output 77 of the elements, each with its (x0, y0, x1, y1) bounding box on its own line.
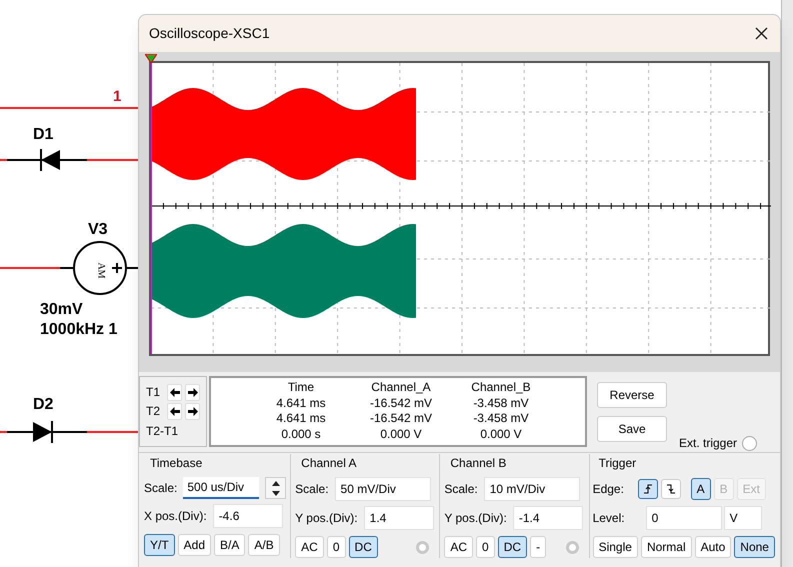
table-cell-text: -3.458 mV (472, 411, 530, 426)
section-title: Channel B (449, 455, 508, 472)
left-arrow-button[interactable] (167, 384, 182, 401)
cursor-marker-icon (145, 54, 157, 63)
input-field[interactable]: 10 mV/Div (484, 477, 580, 501)
component-label: D2 (33, 395, 54, 415)
table-cell-text: 0.000 s (280, 426, 322, 442)
falling-edge-icon (666, 484, 676, 494)
ext-trigger-label: Ext. trigger (679, 435, 738, 452)
action-button[interactable]: Reverse (597, 382, 667, 408)
down-icon (272, 490, 280, 496)
action-button[interactable]: Save (597, 416, 667, 442)
component-value: 1000kHz 1 (40, 320, 118, 340)
input-field[interactable]: 1.4 (364, 506, 434, 530)
toggle-button[interactable]: - (530, 536, 546, 558)
table-cell-text: 4.641 ms (275, 396, 327, 411)
field-label: Y pos.(Div): (444, 510, 507, 527)
toggle-button[interactable]: DC (498, 536, 528, 558)
toggle-button[interactable]: B/A (214, 534, 246, 556)
toggle-button[interactable]: Normal (640, 536, 692, 558)
window-title: Oscilloscope-XSC1 (149, 24, 270, 43)
spinner-control[interactable] (265, 477, 286, 499)
column-header: Channel_B (470, 380, 532, 396)
table-cell-text: -16.542 mV (368, 396, 434, 411)
right-arrow-button[interactable] (185, 384, 200, 401)
table-cell-text: 4.641 ms (275, 411, 327, 426)
channel-terminal (416, 540, 430, 554)
up-icon (272, 480, 280, 486)
close-icon[interactable] (755, 27, 768, 40)
toggle-button[interactable]: Auto (694, 536, 732, 558)
left-arrow-button[interactable] (167, 402, 182, 420)
toggle-button[interactable]: None (734, 536, 775, 558)
field-label: Edge: (592, 482, 624, 496)
channel-terminal (566, 540, 579, 554)
toggle-button[interactable]: A (690, 478, 711, 500)
component-label: V3 (88, 220, 108, 240)
component-label: D1 (33, 125, 54, 145)
unit-field[interactable]: V (724, 506, 762, 530)
field-label: X pos.(Div): (144, 508, 207, 525)
toggle-button[interactable]: Y/T (144, 534, 175, 556)
section-title: Channel A (300, 455, 358, 472)
right-arrow-button[interactable] (185, 402, 200, 420)
rising-edge-icon (642, 484, 653, 494)
toggle-button[interactable]: AC (444, 536, 474, 558)
toggle-button[interactable]: 0 (476, 536, 495, 558)
toggle-button[interactable]: Add (178, 534, 212, 556)
input-field[interactable]: -1.4 (512, 506, 583, 530)
cursor-label: T2 (146, 403, 162, 420)
section-title: Trigger (598, 455, 638, 472)
table-cell-text: 0.000 V (379, 426, 423, 442)
cursor-label: T2-T1 (146, 422, 178, 440)
column-header: Channel_A (370, 380, 432, 396)
toggle-button[interactable]: Single (592, 536, 638, 558)
toggle-button[interactable]: DC (348, 536, 378, 558)
field-label: Y pos.(Div): (295, 510, 358, 527)
falling-edge-button[interactable] (660, 479, 681, 499)
input-field[interactable]: -4.6 (212, 504, 283, 528)
table-cell-text: 0.000 V (479, 426, 523, 442)
cursor-label: T1 (146, 384, 162, 402)
component-value: 30mV (40, 300, 84, 320)
source-symbol-text: AM (94, 262, 108, 279)
field-label: Scale: (144, 480, 178, 497)
field-label: Level: (592, 511, 625, 525)
input-field[interactable]: 0 (646, 506, 722, 530)
toggle-button[interactable]: A/B (248, 534, 280, 556)
scale-field[interactable]: 500 us/Div (183, 477, 260, 499)
column-header: Time (286, 380, 316, 396)
toggle-button[interactable]: 0 (326, 536, 346, 558)
table-cell-text: -3.458 mV (472, 396, 530, 411)
table-cell-text: -16.542 mV (368, 411, 434, 426)
section-title: Timebase (149, 455, 204, 472)
input-field[interactable]: 50 mV/Div (334, 477, 431, 501)
net-label: 1 (113, 87, 122, 107)
toggle-button[interactable]: AC (295, 536, 324, 558)
field-label: Scale: (444, 481, 478, 498)
field-label: Scale: (295, 481, 329, 498)
rising-edge-button[interactable] (638, 479, 658, 499)
